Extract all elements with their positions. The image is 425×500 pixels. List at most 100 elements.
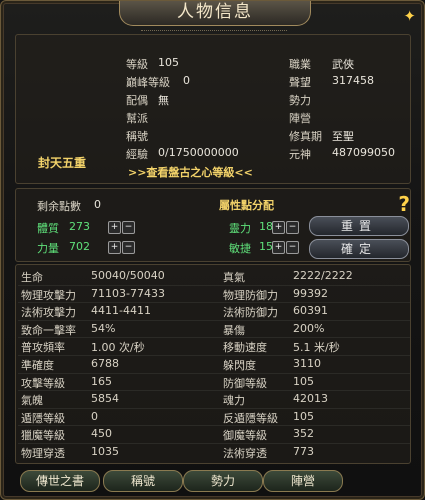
class-label: 職業 bbox=[289, 58, 311, 71]
stat-label: 普攻頻率 bbox=[21, 341, 65, 354]
stat-row-divider bbox=[18, 285, 410, 286]
stat-label: 準確度 bbox=[21, 359, 54, 372]
stat-label: 法術防御力 bbox=[223, 306, 278, 319]
stat-label: 遁隱等級 bbox=[21, 412, 65, 425]
stat-value: 42013 bbox=[293, 392, 328, 405]
stat-value: 1035 bbox=[91, 445, 119, 458]
agi-label: 敏捷 bbox=[229, 242, 251, 255]
stat-value: 2222/2222 bbox=[293, 269, 353, 282]
spi-plus-button[interactable]: + bbox=[272, 221, 285, 234]
stat-label: 攻擊等級 bbox=[21, 377, 65, 390]
stat-value: 105 bbox=[293, 410, 314, 423]
tab-titles[interactable]: 稱號 bbox=[103, 470, 183, 492]
stat-label: 致命一擊率 bbox=[21, 324, 76, 337]
stat-value: 450 bbox=[91, 427, 112, 440]
stat-label: 躲閃度 bbox=[223, 359, 256, 372]
stat-row-divider bbox=[18, 355, 410, 356]
stat-row-divider bbox=[18, 337, 410, 338]
stat-value: 99392 bbox=[293, 287, 328, 300]
stat-row-divider bbox=[18, 302, 410, 303]
stat-value: 165 bbox=[91, 375, 112, 388]
stat-label: 御魔等級 bbox=[223, 429, 267, 442]
str-label: 力量 bbox=[37, 242, 59, 255]
stat-value: 50040/50040 bbox=[91, 269, 165, 282]
level-value: 105 bbox=[158, 56, 179, 69]
class-value: 武俠 bbox=[332, 58, 354, 71]
level-label: 等級 bbox=[126, 58, 148, 71]
tab-faction[interactable]: 勢力 bbox=[183, 470, 263, 492]
stat-value: 200% bbox=[293, 322, 325, 335]
close-icon[interactable]: ✦ bbox=[403, 7, 416, 25]
stat-label: 暴傷 bbox=[223, 324, 245, 337]
stat-value: 4411-4411 bbox=[91, 304, 151, 317]
stat-label: 反遁隱等級 bbox=[223, 412, 278, 425]
realm-label: 封天五重 bbox=[38, 156, 87, 170]
str-value: 702 bbox=[69, 240, 90, 253]
stat-value: 6788 bbox=[91, 357, 119, 370]
stat-row-divider bbox=[18, 390, 410, 391]
stat-value: 105 bbox=[293, 375, 314, 388]
spouse-value: 無 bbox=[158, 94, 169, 107]
character-info-window: 人物信息 ✦ 封天五重 >>查看盤古之心等級<< 等級 105 巔峰等級 0 配… bbox=[0, 0, 425, 500]
reputation-value: 317458 bbox=[332, 74, 374, 87]
stat-row-divider bbox=[18, 320, 410, 321]
stat-value: 60391 bbox=[293, 304, 328, 317]
con-plus-button[interactable]: + bbox=[108, 221, 121, 234]
stat-value: 3110 bbox=[293, 357, 321, 370]
spirit-value: 487099050 bbox=[332, 146, 395, 159]
stat-row-divider bbox=[18, 443, 410, 444]
spi-minus-button[interactable]: − bbox=[286, 221, 299, 234]
con-value: 273 bbox=[69, 220, 90, 233]
stat-label: 獵魔等級 bbox=[21, 429, 65, 442]
attr-alloc-title: 屬性點分配 bbox=[219, 199, 274, 212]
peak-level-value: 0 bbox=[183, 74, 190, 87]
stat-label: 防御等級 bbox=[223, 377, 267, 390]
pangu-link[interactable]: >>查看盤古之心等級<< bbox=[128, 164, 253, 180]
exp-label: 經驗 bbox=[126, 148, 148, 161]
spirit-label: 元神 bbox=[289, 148, 311, 161]
faction-label: 勢力 bbox=[289, 94, 311, 107]
remaining-points-value: 0 bbox=[94, 198, 101, 211]
str-minus-button[interactable]: − bbox=[122, 241, 135, 254]
spouse-label: 配偶 bbox=[126, 94, 148, 107]
agi-plus-button[interactable]: + bbox=[272, 241, 285, 254]
stat-label: 氣魄 bbox=[21, 394, 43, 407]
stat-label: 物理攻擊力 bbox=[21, 289, 76, 302]
stat-label: 魂力 bbox=[223, 394, 245, 407]
stat-row-divider bbox=[18, 373, 410, 374]
title-label: 稱號 bbox=[126, 130, 148, 143]
stat-value: 1.00 次/秒 bbox=[91, 341, 145, 354]
confirm-button[interactable]: 確定 bbox=[309, 239, 409, 259]
stat-label: 真氣 bbox=[223, 271, 245, 284]
stat-value: 5854 bbox=[91, 392, 119, 405]
peak-level-label: 巔峰等級 bbox=[126, 76, 170, 89]
stat-label: 物理防御力 bbox=[223, 289, 278, 302]
stat-value: 352 bbox=[293, 427, 314, 440]
stat-value: 5.1 米/秒 bbox=[293, 341, 340, 354]
tab-legend-book[interactable]: 傳世之書 bbox=[20, 470, 100, 492]
str-plus-button[interactable]: + bbox=[108, 241, 121, 254]
stat-row-divider bbox=[18, 408, 410, 409]
reputation-label: 聲望 bbox=[289, 76, 311, 89]
stat-value: 0 bbox=[91, 410, 98, 423]
guild-label: 幫派 bbox=[126, 112, 148, 125]
cultivation-label: 修真期 bbox=[289, 130, 322, 143]
stat-label: 移動速度 bbox=[223, 341, 267, 354]
stat-label: 生命 bbox=[21, 271, 43, 284]
con-minus-button[interactable]: − bbox=[122, 221, 135, 234]
stat-value: 71103-77433 bbox=[91, 287, 165, 300]
stat-label: 法術穿透 bbox=[223, 447, 267, 460]
stat-label: 物理穿透 bbox=[21, 447, 65, 460]
cultivation-value: 至聖 bbox=[332, 130, 354, 143]
reset-button[interactable]: 重置 bbox=[309, 216, 409, 236]
exp-value: 0/1750000000 bbox=[158, 146, 239, 159]
agi-minus-button[interactable]: − bbox=[286, 241, 299, 254]
window-title: 人物信息 bbox=[119, 1, 311, 26]
con-label: 體質 bbox=[37, 222, 59, 235]
spi-label: 靈力 bbox=[229, 222, 251, 235]
remaining-points-label: 剩余點數 bbox=[37, 200, 81, 213]
tab-camp[interactable]: 陣營 bbox=[263, 470, 343, 492]
camp-label: 陣營 bbox=[289, 112, 311, 125]
help-icon[interactable]: ? bbox=[398, 192, 410, 216]
title-ornament bbox=[141, 26, 287, 31]
